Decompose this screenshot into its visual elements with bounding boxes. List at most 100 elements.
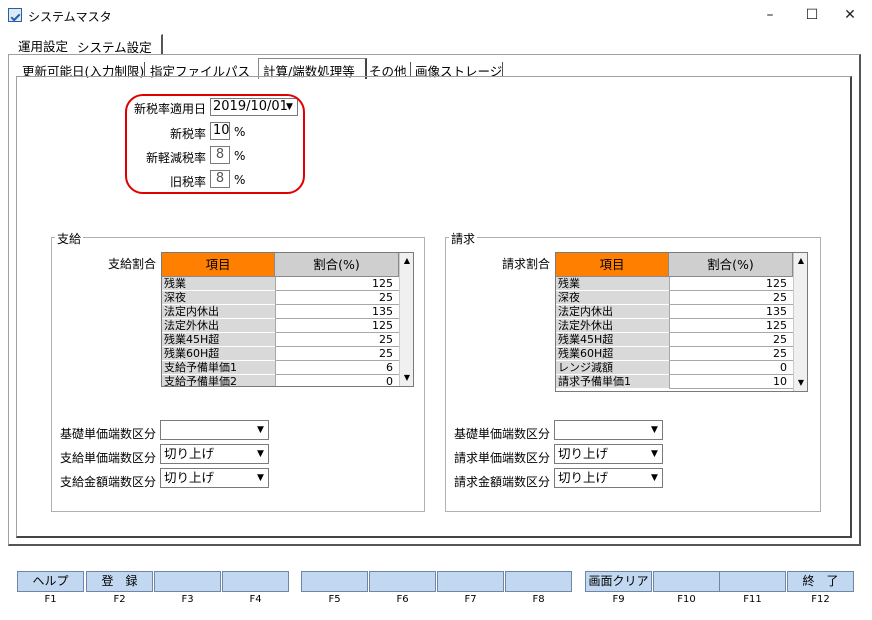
grid-row[interactable]: 法定外休出 125: [556, 319, 793, 333]
chevron-down-icon[interactable]: ▼: [254, 423, 267, 437]
grid-row[interactable]: 残業60H超 25: [162, 347, 399, 361]
function-key-number: F3: [181, 594, 194, 605]
grid-cell-ratio[interactable]: 135: [275, 305, 399, 319]
grid-row[interactable]: 法定外休出 125: [162, 319, 399, 333]
grid-row[interactable]: 深夜 25: [556, 291, 793, 305]
grid-cell-ratio[interactable]: 0: [275, 375, 399, 386]
chevron-down-icon[interactable]: ▼: [254, 447, 267, 461]
app-icon: [8, 8, 22, 22]
supply-grid-scrollbar[interactable]: ▲ ▼: [399, 253, 413, 386]
grid-cell-ratio[interactable]: 125: [669, 277, 793, 291]
grid-cell-ratio[interactable]: 125: [669, 319, 793, 333]
billing-grid-scrollbar[interactable]: ▲ ▼: [793, 253, 807, 391]
chevron-down-icon[interactable]: ▼: [254, 471, 267, 485]
grid-row[interactable]: レンジ減額 0: [556, 361, 793, 375]
grid-cell-ratio[interactable]: 25: [275, 333, 399, 347]
function-key-f8[interactable]: [505, 571, 572, 592]
chevron-down-icon[interactable]: ▼: [648, 471, 661, 485]
function-key-number: F4: [249, 594, 262, 605]
tab-operation-settings[interactable]: 運用設定: [18, 36, 68, 55]
annotation-highlight: [125, 94, 305, 194]
billing-unit-round-label: 請求単価端数区分: [453, 451, 550, 465]
function-key-f9[interactable]: 画面クリア: [585, 571, 652, 592]
grid-cell-ratio[interactable]: 125: [275, 319, 399, 333]
chevron-down-icon[interactable]: ▼: [648, 423, 661, 437]
function-key-f1[interactable]: ヘルプ: [17, 571, 84, 592]
function-key-f4[interactable]: [222, 571, 289, 592]
grid-cell-item: レンジ減額: [556, 361, 669, 375]
billing-base-round-select[interactable]: ▼: [554, 420, 663, 440]
grid-row[interactable]: 残業45H超 25: [556, 333, 793, 347]
supply-amount-round-value: 切り上げ: [164, 470, 215, 485]
column-header-ratio: 割合(%): [275, 253, 399, 277]
grid-row[interactable]: 残業45H超 25: [162, 333, 399, 347]
supply-unit-round-value: 切り上げ: [164, 446, 215, 461]
supply-ratio-grid[interactable]: 項目 割合(%) 残業 125 深夜 25 法定内休出 135 法定外休出 125 残業45H超…: [161, 252, 414, 387]
scroll-down-icon[interactable]: ▼: [401, 372, 413, 384]
grid-row[interactable]: 法定内休出 135: [556, 305, 793, 319]
grid-cell-item: 支給予備単価1: [162, 361, 275, 375]
scroll-down-icon[interactable]: ▼: [795, 377, 807, 389]
grid-cell-item: 残業60H超: [556, 347, 669, 361]
grid-row[interactable]: 請求予備単価1 10: [556, 375, 793, 389]
grid-cell-item: 残業60H超: [162, 347, 275, 361]
grid-row[interactable]: 法定内休出 135: [162, 305, 399, 319]
grid-row[interactable]: 残業 125: [556, 277, 793, 291]
function-key-f3[interactable]: [154, 571, 221, 592]
billing-amount-round-select[interactable]: 切り上げ ▼: [554, 468, 663, 488]
column-header-item: 項目: [162, 253, 275, 277]
close-button[interactable]: ✕: [830, 4, 870, 26]
grid-row[interactable]: 残業 125: [162, 277, 399, 291]
billing-unit-round-value: 切り上げ: [558, 446, 609, 461]
grid-cell-ratio[interactable]: 25: [669, 333, 793, 347]
supply-base-round-select[interactable]: ▼: [160, 420, 269, 440]
function-key-number: F11: [743, 594, 762, 605]
maximize-button[interactable]: ☐: [792, 4, 832, 26]
function-key-number: F12: [811, 594, 830, 605]
grid-cell-item: 残業: [556, 277, 669, 291]
grid-row[interactable]: 残業60H超 25: [556, 347, 793, 361]
grid-cell-ratio[interactable]: 25: [275, 291, 399, 305]
grid-cell-ratio[interactable]: 10: [669, 375, 793, 389]
tab-divider: [410, 62, 411, 76]
grid-cell-ratio[interactable]: 6: [275, 361, 399, 375]
grid-row[interactable]: 支給予備単価2 0: [162, 375, 399, 386]
billing-ratio-label: 請求割合: [502, 257, 551, 271]
grid-row[interactable]: 深夜 25: [162, 291, 399, 305]
grid-cell-ratio[interactable]: 135: [669, 305, 793, 319]
billing-ratio-grid[interactable]: 項目 割合(%) 残業 125 深夜 25 法定内休出 135 法定外休出 125 残業45H超…: [555, 252, 808, 392]
tab-system-settings[interactable]: システム設定: [75, 34, 163, 55]
function-key-number: F8: [532, 594, 545, 605]
grid-cell-item: 支給予備単価2: [162, 375, 275, 386]
column-header-ratio: 割合(%): [669, 253, 793, 277]
function-key-number: F1: [44, 594, 57, 605]
scroll-up-icon[interactable]: ▲: [795, 255, 807, 267]
billing-unit-round-select[interactable]: 切り上げ ▼: [554, 444, 663, 464]
grid-cell-item: 法定外休出: [162, 319, 275, 333]
column-header-item: 項目: [556, 253, 669, 277]
supply-unit-round-select[interactable]: 切り上げ ▼: [160, 444, 269, 464]
chevron-down-icon[interactable]: ▼: [648, 447, 661, 461]
grid-cell-item: 残業45H超: [162, 333, 275, 347]
supply-amount-round-select[interactable]: 切り上げ ▼: [160, 468, 269, 488]
tab-divider: [144, 62, 145, 76]
function-key-f7[interactable]: [437, 571, 504, 592]
grid-row[interactable]: 支給予備単価1 6: [162, 361, 399, 375]
supply-group-title: 支給: [55, 230, 84, 247]
grid-cell-ratio[interactable]: 25: [669, 291, 793, 305]
grid-cell-ratio[interactable]: 25: [275, 347, 399, 361]
minimize-button[interactable]: –: [750, 4, 790, 26]
function-key-f11[interactable]: [719, 571, 786, 592]
main-tab-strip: 運用設定 システム設定: [8, 34, 168, 55]
function-key-f2[interactable]: 登 録: [86, 571, 153, 592]
function-key-f6[interactable]: [369, 571, 436, 592]
function-key-number: F9: [612, 594, 625, 605]
grid-cell-ratio[interactable]: 25: [669, 347, 793, 361]
grid-cell-ratio[interactable]: 125: [275, 277, 399, 291]
function-key-f10[interactable]: [653, 571, 720, 592]
function-key-f12[interactable]: 終 了: [787, 571, 854, 592]
grid-cell-item: 請求予備単価1: [556, 375, 669, 389]
function-key-f5[interactable]: [301, 571, 368, 592]
scroll-up-icon[interactable]: ▲: [401, 255, 413, 267]
grid-cell-ratio[interactable]: 0: [669, 361, 793, 375]
